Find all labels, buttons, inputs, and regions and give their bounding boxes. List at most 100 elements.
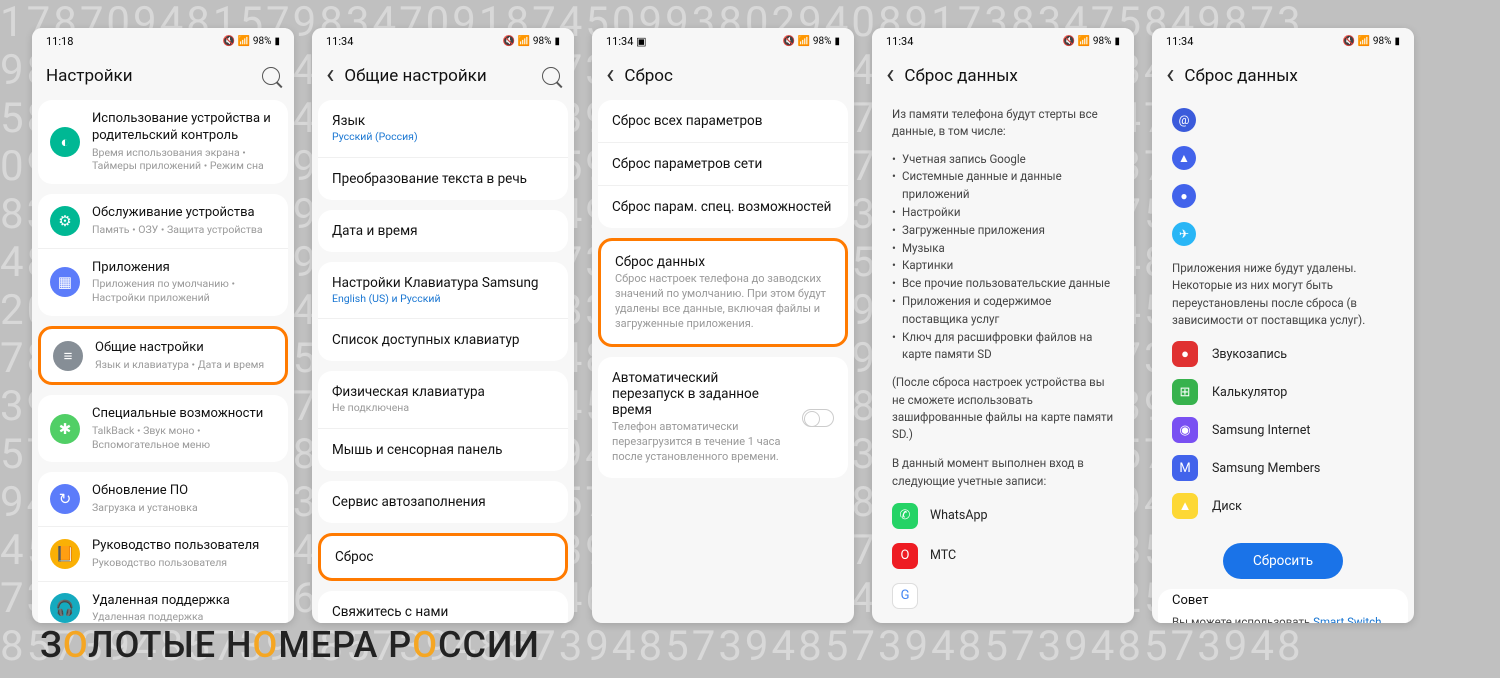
watermark: ЗОЛОТЫЕ НОМЕРА РОССИИ: [40, 624, 540, 666]
status-icons: 🔇 📶 98%▮: [503, 36, 560, 47]
back-icon[interactable]: [1166, 67, 1174, 86]
item-sub: Телефон автоматически перезагрузится в т…: [612, 420, 792, 465]
item-icon: ✱: [50, 414, 80, 444]
settings-item[interactable]: ⚙ Обслуживание устройства Память • ОЗУ •…: [38, 194, 288, 248]
bullet-item: Все прочие пользовательские данные: [902, 275, 1114, 293]
item-sub: Сброс настроек телефона до заводских зна…: [615, 272, 831, 331]
settings-item[interactable]: 🎧 Удаленная поддержка Удаленная поддержк…: [38, 581, 288, 623]
settings-item[interactable]: Настройки Клавиатура SamsungEnglish (US)…: [318, 262, 568, 319]
settings-item[interactable]: ≡ Общие настройки Язык и клавиатура • Да…: [41, 329, 285, 383]
settings-item[interactable]: Мышь и сенсорная панель: [318, 428, 568, 471]
settings-item[interactable]: ▦ Приложения Приложения по умолчанию • Н…: [38, 248, 288, 316]
sd-note: (После сброса настроек устройства вы не …: [878, 368, 1128, 449]
settings-group: ≡ Общие настройки Язык и клавиатура • Да…: [38, 326, 288, 386]
status-bar: 11:34 ▣ 🔇 📶 98%▮: [592, 28, 854, 54]
settings-item[interactable]: 📙 Руководство пользователя Руководство п…: [38, 526, 288, 581]
settings-item[interactable]: Физическая клавиатураНе подключена: [318, 371, 568, 428]
settings-item[interactable]: ЯзыкРусский (Россия): [318, 100, 568, 157]
smart-switch-link[interactable]: Smart Switch: [1313, 615, 1381, 623]
settings-item[interactable]: Сброс парам. спец. возможностей: [598, 185, 848, 228]
scroll-content[interactable]: Из памяти телефона будут стерты все данн…: [872, 100, 1134, 623]
search-icon[interactable]: [262, 67, 280, 85]
account-icon: ▲: [1172, 146, 1196, 170]
account-row: @: [878, 616, 1128, 623]
account-icon: ●: [1172, 184, 1196, 208]
clock: 11:34: [326, 35, 353, 48]
reset-intro: Из памяти телефона будут стерты все данн…: [878, 100, 1128, 147]
item-title: Руководство пользователя: [92, 538, 276, 555]
app-label: Samsung Members: [1212, 461, 1320, 476]
settings-item[interactable]: ↻ Обновление ПО Загрузка и установка: [38, 472, 288, 526]
scroll-content[interactable]: ЯзыкРусский (Россия) Преобразование текст…: [312, 100, 574, 623]
settings-item[interactable]: Дата и время: [318, 210, 568, 252]
item-body: Обновление ПО Загрузка и установка: [92, 483, 276, 515]
item-title: Приложения: [92, 260, 276, 277]
item-body: Обслуживание устройства Память • ОЗУ • З…: [92, 205, 276, 237]
tip-card: СоветВы можете использовать Smart Switch…: [1158, 589, 1408, 623]
item-title: Преобразование текста в речь: [332, 171, 554, 187]
app-label: Samsung Internet: [1212, 423, 1310, 438]
app-icon: ●: [1172, 341, 1198, 367]
item-body: Общие настройки Язык и клавиатура • Дата…: [95, 340, 273, 372]
item-title: Сброс данных: [615, 254, 831, 270]
status-icons: 🔇 📶 98%▮: [1063, 36, 1120, 47]
settings-group: Сброс данных Сброс настроек телефона до з…: [598, 238, 848, 347]
header: Общие настройки: [312, 54, 574, 100]
item-sub: Руководство пользователя: [92, 556, 276, 570]
item-sub: Русский (Россия): [332, 130, 554, 144]
toggle-switch[interactable]: [802, 409, 834, 427]
back-icon[interactable]: [606, 67, 614, 86]
back-icon[interactable]: [886, 67, 894, 86]
app-row: ⊞Калькулятор: [1158, 373, 1408, 411]
settings-group: Сброс всех параметровСброс параметров се…: [598, 100, 848, 228]
app-row: ▲Диск: [1158, 487, 1408, 525]
settings-group: Автоматический перезапуск в заданное вре…: [598, 357, 848, 478]
settings-item[interactable]: Сервис автозаполнения: [318, 481, 568, 523]
account-row: G: [878, 576, 1128, 616]
app-row: ◉ Samsung Internet: [1158, 411, 1408, 449]
settings-item[interactable]: Сброс данных Сброс настроек телефона до з…: [601, 241, 845, 344]
settings-item[interactable]: Преобразование текста в речь: [318, 157, 568, 200]
bullet-item: Настройки: [902, 204, 1114, 222]
search-icon[interactable]: [542, 67, 560, 85]
item-title: Мышь и сенсорная панель: [332, 442, 554, 458]
item-sub: Время использования экрана • Таймеры при…: [92, 146, 276, 173]
clock: 11:34: [886, 35, 913, 48]
settings-item[interactable]: ◐ Использование устройства и родительски…: [38, 100, 288, 184]
scroll-content[interactable]: @▲●✈Приложения ниже будут удалены. Некот…: [1152, 100, 1414, 623]
settings-item[interactable]: ✱ Специальные возможности TalkBack • Зву…: [38, 395, 288, 462]
scroll-content[interactable]: Сброс всех параметровСброс параметров се…: [592, 100, 854, 623]
app-icon: ◉: [1172, 417, 1198, 443]
phone-4: 11:34 🔇 📶 98%▮ Сброс данных Из памяти те…: [872, 28, 1134, 623]
settings-group: ↻ Обновление ПО Загрузка и установка 📙 Р…: [38, 472, 288, 623]
settings-item[interactable]: Автоматический перезапуск в заданное вре…: [598, 357, 848, 478]
settings-item[interactable]: Сброс всех параметров: [598, 100, 848, 142]
item-body: Приложения Приложения по умолчанию • Нас…: [92, 260, 276, 305]
item-icon: ⚙: [50, 206, 80, 236]
back-icon[interactable]: [326, 67, 334, 86]
account-row: ✆WhatsApp: [878, 496, 1128, 536]
item-sub: Не подключена: [332, 401, 554, 415]
app-row: ●Звукозапись: [1158, 335, 1408, 373]
item-body: Руководство пользователя Руководство пол…: [92, 538, 276, 570]
status-bar: 11:34 🔇 📶 98%▮: [1152, 28, 1414, 54]
settings-item[interactable]: Сброс параметров сети: [598, 142, 848, 185]
settings-item[interactable]: Сброс: [321, 536, 565, 578]
item-title: Сброс парам. спец. возможностей: [612, 199, 834, 215]
item-icon: ◐: [50, 127, 80, 157]
header: Сброс данных: [872, 54, 1134, 100]
phones-container: 11:18 🔇 📶 98%▮ Настройки ◐ Использование…: [32, 28, 1414, 623]
bullet-item: Учетная запись Google: [902, 151, 1114, 169]
scroll-content[interactable]: ◐ Использование устройства и родительски…: [32, 100, 294, 623]
settings-item[interactable]: Свяжитесь с нами: [318, 591, 568, 623]
bullet-item: Системные данные и данные приложений: [902, 168, 1114, 204]
item-title: Свяжитесь с нами: [332, 604, 554, 620]
page-title: Сброс: [624, 66, 840, 86]
item-title: Сервис автозаполнения: [332, 494, 554, 510]
item-sub: Язык и клавиатура • Дата и время: [95, 358, 273, 372]
reset-button[interactable]: Сбросить: [1223, 543, 1343, 579]
reset-bullets: Учетная запись GoogleСистемные данные и …: [878, 147, 1128, 369]
settings-item[interactable]: Список доступных клавиатур: [318, 318, 568, 361]
page-title: Сброс данных: [904, 66, 1120, 86]
status-bar: 11:34 🔇 📶 98%▮: [872, 28, 1134, 54]
